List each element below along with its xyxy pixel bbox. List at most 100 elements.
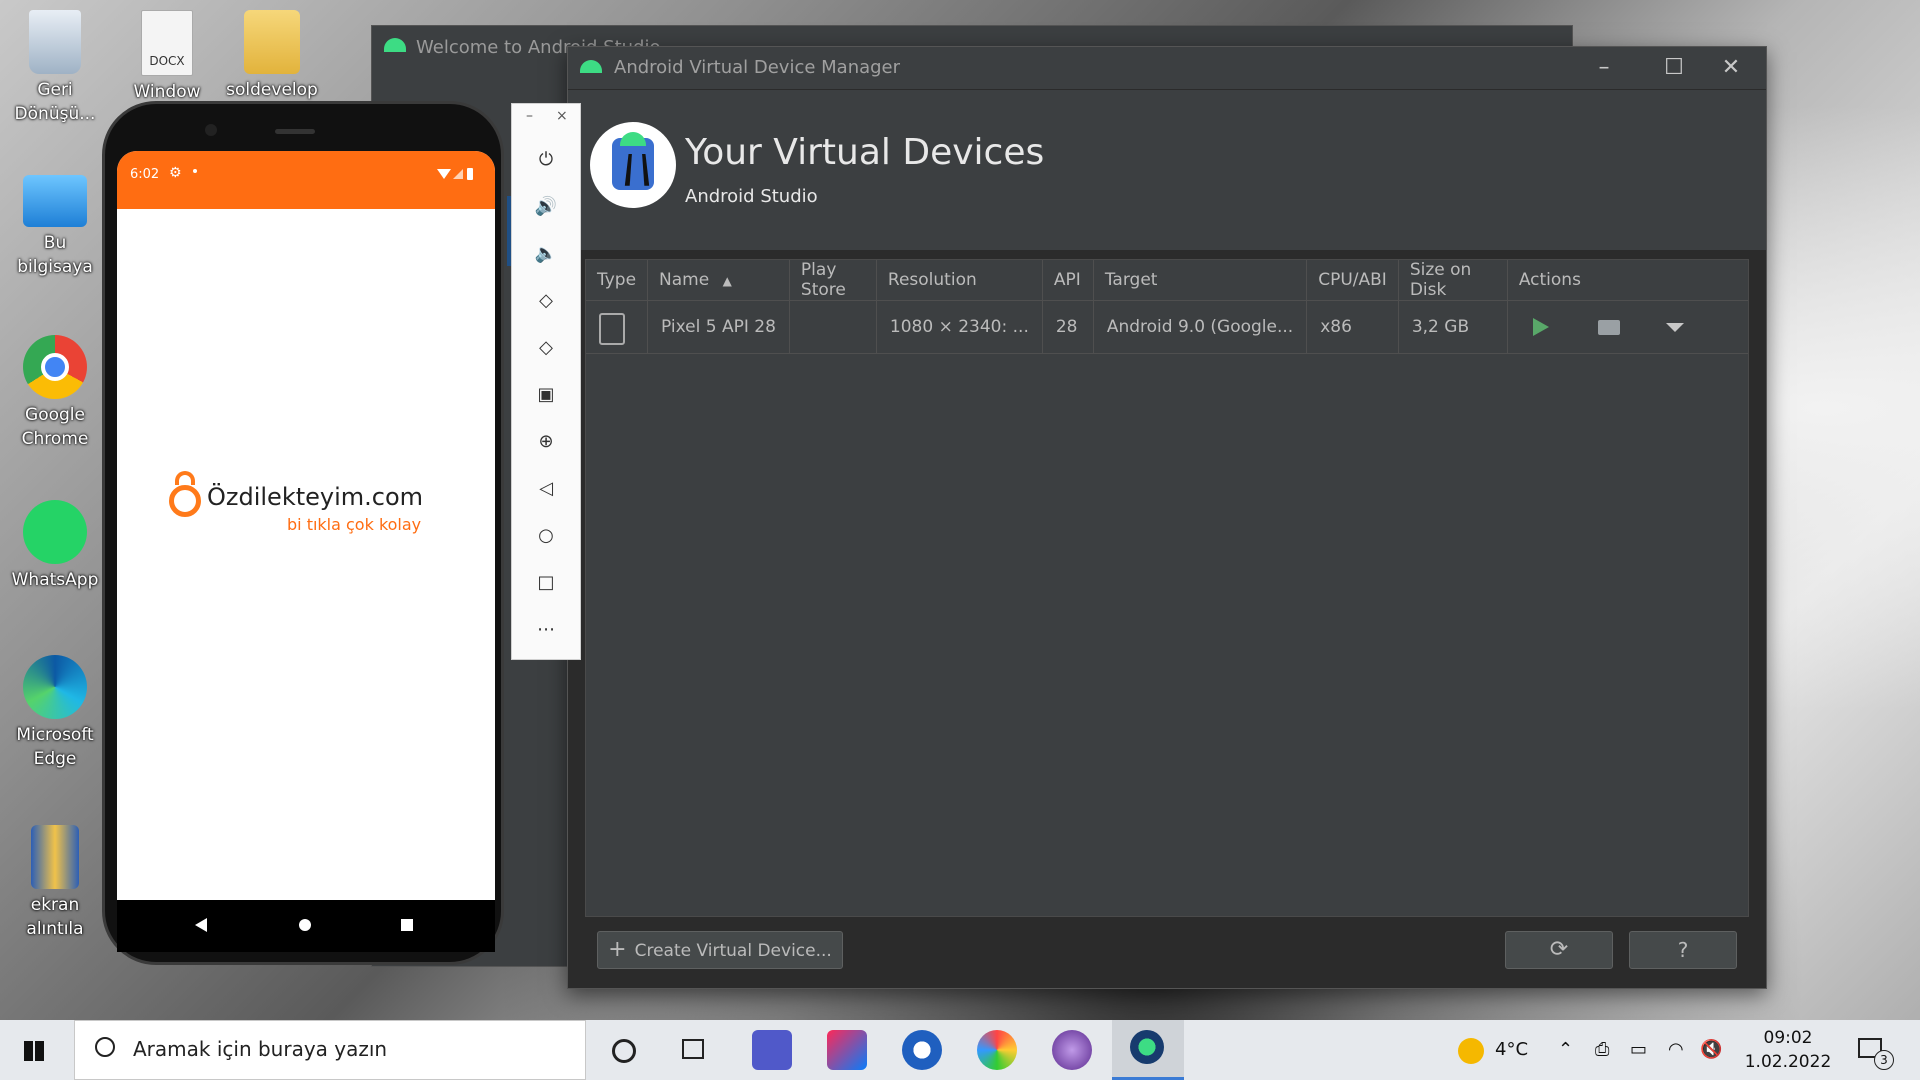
windows-logo-icon — [24, 1041, 44, 1061]
column-header-label: Name — [659, 270, 710, 290]
weather-temperature[interactable]: 4°C — [1495, 1020, 1528, 1080]
emulator-screen[interactable]: 6:02 ⚙ Özdilekteyim.com bi tıkla çok kol… — [117, 151, 495, 902]
taskbar-search[interactable]: Aramak için buraya yazın — [74, 1020, 586, 1080]
edge-icon — [23, 655, 87, 719]
phone-tablet-icon — [599, 312, 625, 345]
winrar-icon[interactable] — [902, 1030, 942, 1070]
app-splash: Özdilekteyim.com bi tıkla çok kolay — [169, 471, 469, 541]
help-button[interactable]: ? — [1629, 931, 1737, 969]
minimize-button[interactable]: – — [1569, 47, 1639, 89]
device-size: 3,2 GB — [1398, 300, 1508, 354]
desktop-icon-folder[interactable]: soldevelop — [222, 10, 322, 102]
volume-down-icon[interactable]: 🔈 — [512, 234, 580, 274]
button-label: Create Virtual Device... — [634, 941, 832, 961]
app-tagline: bi tıkla çok kolay — [287, 515, 422, 534]
avd-footer: + Create Virtual Device... ⟳ ? — [568, 927, 1766, 987]
task-view-icon[interactable] — [682, 1039, 704, 1059]
tor-icon[interactable] — [1052, 1030, 1092, 1070]
overview-icon[interactable]: □ — [512, 563, 580, 603]
show-on-disk-folder-icon[interactable] — [1598, 319, 1621, 335]
desktop-icon-chrome[interactable]: Google Chrome — [5, 335, 105, 451]
avd-titlebar[interactable]: Android Virtual Device Manager – ☐ ✕ — [568, 47, 1766, 89]
home-nav-icon[interactable] — [299, 919, 311, 931]
volume-up-icon[interactable]: 🔊 — [512, 187, 580, 227]
avd-header: Your Virtual Devices Android Studio — [568, 89, 1766, 250]
docx-file-icon: DOCX — [141, 10, 193, 76]
home-icon[interactable]: ○ — [512, 516, 580, 556]
desktop-icon-edge[interactable]: Microsoft Edge — [5, 655, 105, 771]
column-header-cpu-abi[interactable]: CPU/ABI — [1306, 260, 1399, 301]
desktop-icon-this-pc[interactable]: Bu bilgisaya — [5, 175, 105, 279]
emulator-toolbar: – × ⏻ 🔊 🔈 ◇ ◇ ▣ ⊕ ◁ ○ □ ⋯ — [511, 103, 581, 660]
start-button[interactable] — [0, 1020, 72, 1080]
recycle-bin-icon — [29, 10, 81, 74]
column-header-size[interactable]: Size on Disk — [1398, 260, 1508, 301]
column-header-play-store[interactable]: Play Store — [789, 260, 877, 301]
close-button[interactable]: ✕ — [1696, 47, 1766, 89]
close-icon[interactable]: × — [556, 108, 568, 124]
launch-play-icon[interactable] — [1532, 318, 1549, 336]
minimize-icon[interactable]: – — [526, 108, 533, 124]
overview-nav-icon[interactable] — [401, 919, 413, 931]
settings-icon: ⚙ — [169, 165, 182, 181]
network-icon[interactable]: ◠ — [1668, 1020, 1684, 1080]
column-header-resolution[interactable]: Resolution — [876, 260, 1043, 301]
desktop-icon-docx[interactable]: DOCX Window — [117, 10, 217, 104]
device-table: Type Name ▲ Play Store Resolution API Ta… — [585, 259, 1749, 917]
meet-now-icon[interactable]: ⎙ — [1595, 1020, 1609, 1080]
desktop-icon-snip[interactable]: ekran alıntıla — [5, 825, 105, 941]
column-header-actions[interactable]: Actions — [1507, 260, 1748, 301]
paint-icon[interactable] — [977, 1030, 1017, 1070]
refresh-button[interactable]: ⟳ — [1505, 931, 1613, 969]
column-header-target[interactable]: Target — [1093, 260, 1308, 301]
rotate-left-icon[interactable]: ◇ — [512, 281, 580, 321]
device-name: Pixel 5 API 28 — [647, 300, 790, 354]
computer-icon — [23, 175, 87, 227]
desktop-icon-label: soldevelop — [226, 80, 318, 100]
teams-icon[interactable] — [752, 1030, 792, 1070]
chrome-icon — [23, 335, 87, 399]
table-row[interactable]: Pixel 5 API 28 1080 × 2340: ... 28 Andro… — [586, 300, 1748, 354]
notification-count-badge: 3 — [1874, 1050, 1894, 1070]
front-camera — [205, 124, 217, 136]
intellij-icon[interactable] — [827, 1030, 867, 1070]
show-hidden-icons-chevron-icon[interactable]: ⌃ — [1558, 1020, 1573, 1080]
android-nav-bar — [117, 900, 495, 952]
archive-icon — [31, 825, 79, 889]
camera-icon[interactable]: ▣ — [512, 375, 580, 415]
column-header-type[interactable]: Type — [586, 260, 649, 301]
desktop-icon-label: Google Chrome — [21, 405, 89, 449]
sort-ascending-icon: ▲ — [722, 274, 732, 288]
zoom-icon[interactable]: ⊕ — [512, 422, 580, 462]
button-label: ? — [1677, 938, 1689, 962]
volume-muted-icon[interactable]: 🔇 — [1700, 1020, 1722, 1080]
rotate-right-icon[interactable]: ◇ — [512, 328, 580, 368]
active-app-android-studio[interactable] — [1112, 1020, 1184, 1080]
desktop-icon-label: Window — [133, 82, 201, 102]
power-icon[interactable]: ⏻ — [512, 140, 580, 180]
notification-dot-icon — [193, 169, 197, 173]
android-icon — [384, 38, 406, 52]
back-icon[interactable]: ◁ — [512, 469, 580, 509]
cortana-icon[interactable] — [612, 1039, 636, 1063]
desktop-icon-label: Bu bilgisaya — [17, 233, 93, 277]
desktop-icon-whatsapp[interactable]: WhatsApp — [5, 500, 105, 592]
clock[interactable]: 09:02 1.02.2022 — [1738, 1026, 1838, 1074]
device-type-cell — [586, 300, 649, 354]
battery-tray-icon[interactable]: ▭ — [1630, 1020, 1647, 1080]
create-virtual-device-button[interactable]: + Create Virtual Device... — [597, 931, 843, 969]
device-api: 28 — [1042, 300, 1094, 354]
search-icon — [95, 1037, 115, 1057]
more-actions-dropdown-icon[interactable] — [1665, 322, 1684, 332]
clock-time: 09:02 — [1763, 1028, 1813, 1048]
column-header-name[interactable]: Name ▲ — [647, 260, 790, 301]
back-nav-icon[interactable] — [195, 918, 207, 932]
wifi-icon — [437, 169, 451, 179]
emulator-phone: 6:02 ⚙ Özdilekteyim.com bi tıkla çok kol… — [102, 101, 504, 965]
desktop-icon-label: Microsoft Edge — [16, 725, 94, 769]
avd-manager-window[interactable]: Android Virtual Device Manager – ☐ ✕ You… — [567, 46, 1767, 989]
refresh-icon: ⟳ — [1549, 937, 1569, 962]
column-header-api[interactable]: API — [1042, 260, 1094, 301]
more-icon[interactable]: ⋯ — [512, 610, 580, 650]
desktop-icon-recycle-bin[interactable]: Geri Dönüşü... — [5, 10, 105, 126]
